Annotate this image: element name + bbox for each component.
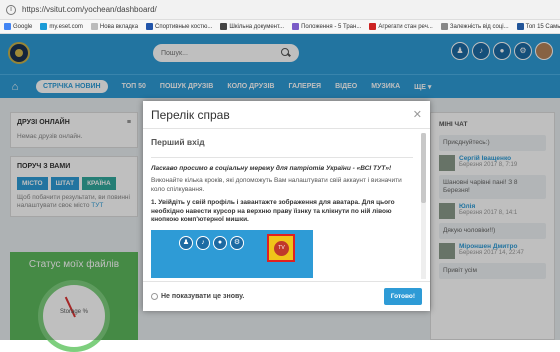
bookmark-item[interactable]: Агрегати стан реч... — [369, 23, 433, 30]
bookmark-item[interactable]: Нова вкладка — [90, 23, 139, 30]
bookmark-item[interactable]: my.eset.com — [40, 23, 83, 30]
avatar-hint-image: ♟ ♪ ● ⚙ — [151, 229, 313, 278]
bookmark-icon — [369, 23, 377, 30]
intro-text: Виконайте кілька кроків, які допоможуть … — [151, 177, 402, 193]
todo-modal: Перелік справ ✕ Перший вхід Ласкаво прос… — [143, 101, 430, 311]
url-text[interactable]: https://vsitut.com/yochean/dashboard/ — [22, 5, 157, 14]
bookmark-label: Спортивные костю... — [155, 23, 213, 30]
bookmark-icon — [440, 23, 448, 30]
close-icon[interactable]: ✕ — [413, 108, 422, 121]
bookmark-item[interactable]: Спортивные костю... — [146, 23, 212, 30]
modal-body: Перший вхід Ласкаво просимо в соціальну … — [151, 133, 413, 279]
bookmarks-bar: Google my.eset.com Нова вкладка Спортивные … — [0, 20, 560, 34]
demo-add-user-icon: ♟ — [179, 235, 193, 250]
demo-chat-icon: ● — [213, 235, 227, 250]
checkbox-icon[interactable] — [151, 293, 158, 300]
dont-show-label: Не показувати це знову. — [161, 293, 245, 300]
bookmark-label: my.eset.com — [49, 23, 83, 30]
demo-icons: ♟ ♪ ● ⚙ — [179, 235, 244, 250]
bookmark-icon — [516, 23, 524, 30]
step1-text: 1. Увійдіть у свій профіль і завантажте … — [151, 199, 395, 223]
modal-title: Перелік справ — [151, 107, 230, 122]
bookmark-label: Агрегати стан реч... — [378, 23, 433, 30]
demo-gear-icon: ⚙ — [230, 235, 244, 250]
bookmark-label: Топ 15 Самые пол... — [525, 23, 560, 30]
bookmark-label: Шкільна документ... — [229, 23, 285, 30]
bookmark-item[interactable]: Шкільна документ... — [220, 23, 284, 30]
bookmark-label: Положення - 5 Тран... — [301, 23, 362, 30]
bookmark-icon — [146, 23, 154, 30]
modal-header: Перелік справ ✕ — [143, 101, 430, 129]
address-bar[interactable]: i https://vsitut.com/yochean/dashboard/ — [0, 0, 560, 20]
bookmark-icon — [90, 23, 98, 30]
modal-scrollbar[interactable] — [421, 133, 426, 279]
step-title: Перший вхід — [151, 137, 205, 147]
bookmark-label: Залежність від соці... — [449, 23, 509, 30]
bookmark-label: Нова вкладка — [99, 23, 139, 30]
highlighted-avatar — [267, 233, 295, 262]
bookmark-item[interactable]: Залежність від соці... — [440, 23, 509, 30]
bookmark-label: Google — [13, 23, 33, 30]
bookmark-item[interactable]: Google — [4, 23, 32, 30]
bookmark-icon — [292, 23, 300, 30]
site-info-icon[interactable]: i — [6, 4, 16, 15]
bookmark-icon — [220, 23, 228, 30]
bookmark-icon — [40, 23, 48, 30]
demo-bell-icon: ♪ — [196, 235, 210, 250]
divider — [151, 157, 413, 158]
bookmark-item[interactable]: Топ 15 Самые пол... — [516, 23, 560, 30]
modal-footer: Не показувати це знову. Готово! — [143, 281, 430, 311]
bookmark-icon — [4, 23, 11, 30]
welcome-text: Ласкаво просимо в соціальну мережу для п… — [151, 165, 392, 172]
ready-button[interactable]: Готово! — [383, 288, 422, 305]
bookmark-item[interactable]: Положення - 5 Тран... — [292, 23, 361, 30]
dont-show-checkbox[interactable]: Не показувати це знову. — [151, 293, 244, 300]
